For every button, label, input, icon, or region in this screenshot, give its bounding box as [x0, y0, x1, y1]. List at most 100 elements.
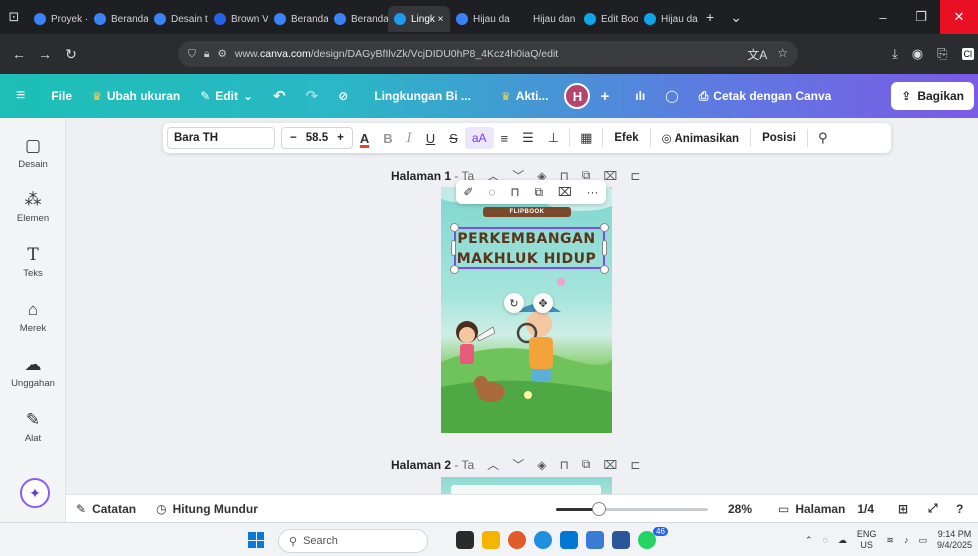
- increase-size-icon[interactable]: +: [337, 132, 344, 144]
- fullscreen-icon[interactable]: ⤢: [918, 501, 948, 516]
- sidebar-item-text[interactable]: T Teks: [0, 245, 66, 279]
- browser-tab[interactable]: Beranda: [328, 6, 388, 32]
- photos-icon[interactable]: [586, 531, 604, 549]
- browser-tab[interactable]: Proyek ·: [28, 6, 88, 32]
- list-icon[interactable]: ☰: [515, 130, 541, 146]
- notes-button[interactable]: ✎ Catatan: [66, 502, 146, 516]
- help-icon[interactable]: ?: [946, 502, 973, 516]
- browser-tab[interactable]: Hijau da: [450, 6, 510, 32]
- url-field[interactable]: ⛉ 🔒︎ ⚙ www.canva.com/design/DAGyBfIlvZk/…: [178, 41, 798, 67]
- taskbar-search[interactable]: ⚲ Search: [278, 529, 428, 553]
- battery-icon[interactable]: ▭: [918, 535, 927, 546]
- font-size-value[interactable]: 58.5: [306, 132, 328, 144]
- resize-handle[interactable]: [450, 223, 459, 232]
- sidebar-item-uploads[interactable]: ☁ Unggahan: [0, 355, 66, 389]
- extensions-icon[interactable]: ⎘: [937, 46, 947, 62]
- activity-button[interactable]: ♛ Akti...: [491, 89, 559, 103]
- hide-page-icon[interactable]: ◈: [537, 458, 546, 472]
- tab-search-icon[interactable]: ⌄: [722, 9, 750, 26]
- account-icon[interactable]: ◉: [912, 46, 923, 62]
- font-family-select[interactable]: Bara TH: [167, 127, 275, 149]
- browser-tab[interactable]: Beranda: [88, 6, 148, 32]
- saved-status-icon[interactable]: ⊘: [328, 89, 358, 103]
- resize-handle[interactable]: [450, 265, 459, 274]
- lock-icon[interactable]: ⊓: [510, 185, 519, 199]
- decrease-size-icon[interactable]: −: [290, 132, 297, 144]
- move-icon[interactable]: ✥: [533, 293, 553, 313]
- page-2-title[interactable]: Halaman 2 - Ta: [391, 458, 474, 472]
- download-icon[interactable]: ⤓: [892, 46, 898, 62]
- align-icon[interactable]: ≡: [494, 131, 516, 146]
- wifi-icon[interactable]: ≋: [886, 535, 894, 546]
- sidebar-item-tools[interactable]: ✎ Alat: [0, 410, 66, 444]
- comment-icon[interactable]: ◯: [655, 89, 688, 103]
- side-handle[interactable]: [451, 240, 456, 256]
- spacing-icon[interactable]: ⊥: [541, 130, 566, 146]
- duplicate-icon[interactable]: ⧉: [534, 185, 543, 200]
- store-icon[interactable]: [560, 531, 578, 549]
- page-1-canvas[interactable]: FLIPBOOK PERKEMBANGAN MAKHLUK HIDUP: [441, 187, 612, 433]
- animate-button[interactable]: ◎ Animasikan: [654, 131, 747, 145]
- sidebar-item-elements[interactable]: ⁂ Elemen: [0, 190, 66, 224]
- edge-icon[interactable]: [534, 531, 552, 549]
- zoom-slider-handle[interactable]: [591, 502, 606, 516]
- paint-format-icon[interactable]: ⚲: [811, 130, 835, 146]
- delete-page-icon[interactable]: ⌧: [603, 458, 617, 472]
- share-button[interactable]: ⇪ Bagikan: [891, 82, 974, 110]
- resize-handle[interactable]: [600, 223, 609, 232]
- start-windows-icon[interactable]: [248, 532, 264, 548]
- transparency-icon[interactable]: ▦: [573, 130, 599, 146]
- file-menu[interactable]: File: [41, 89, 82, 103]
- clock[interactable]: 9:14 PM 9/4/2025: [937, 529, 972, 551]
- forward-icon[interactable]: →: [32, 46, 58, 62]
- browser-tab[interactable]: Hijau dan Ki: [510, 6, 578, 32]
- browser-tab[interactable]: Lingk ×: [388, 6, 450, 32]
- window-menu-icon[interactable]: ⊡: [0, 0, 28, 34]
- comment-add-icon[interactable]: ◌: [488, 185, 495, 199]
- bold-icon[interactable]: B: [376, 131, 399, 146]
- rotate-icon[interactable]: ↻: [504, 293, 524, 313]
- hamburger-menu-icon[interactable]: ≡: [0, 87, 41, 105]
- browser-tab[interactable]: Edit Boo: [578, 6, 638, 32]
- volume-icon[interactable]: ♪: [904, 535, 909, 545]
- firefox-icon[interactable]: [508, 531, 526, 549]
- position-button[interactable]: Posisi: [754, 132, 804, 144]
- italic-icon[interactable]: I: [400, 131, 419, 146]
- avatar[interactable]: H: [564, 83, 591, 109]
- lock-page-icon[interactable]: ⊓: [559, 458, 568, 472]
- timer-button[interactable]: ◷ Hitung Mundur: [146, 502, 268, 516]
- close-window-icon[interactable]: ✕: [940, 0, 978, 34]
- zoom-level[interactable]: 28%: [718, 502, 762, 516]
- magic-edit-icon[interactable]: ✐: [463, 185, 473, 199]
- tray-app-icon[interactable]: ◌: [823, 535, 828, 545]
- site-settings-icon[interactable]: ⚙: [217, 48, 226, 60]
- edit-menu[interactable]: ✎ Edit ⌄: [190, 89, 263, 103]
- new-tab-icon[interactable]: +: [698, 9, 722, 25]
- grid-view-icon[interactable]: ⊞: [888, 502, 918, 516]
- browser-tab[interactable]: Desain t: [148, 6, 208, 32]
- resize-handle[interactable]: [600, 265, 609, 274]
- underline-icon[interactable]: U: [419, 131, 442, 146]
- file-explorer-icon[interactable]: [482, 531, 500, 549]
- text-color-icon[interactable]: A: [353, 131, 376, 146]
- print-button[interactable]: ⎙ Cetak dengan Canva: [689, 89, 842, 104]
- restore-icon[interactable]: ❐: [902, 0, 940, 34]
- side-handle[interactable]: [602, 240, 607, 256]
- insights-chart-icon[interactable]: ılı: [619, 89, 655, 103]
- case-toggle-icon[interactable]: aA: [464, 127, 494, 149]
- text-selection-box[interactable]: [454, 227, 605, 269]
- more-options-icon[interactable]: ···: [587, 185, 599, 199]
- cloud-icon[interactable]: ☁: [838, 535, 847, 546]
- redo-icon[interactable]: ↷: [296, 87, 329, 105]
- bookmark-star-icon[interactable]: ☆: [777, 46, 788, 63]
- duplicate-page-icon[interactable]: ⧉: [582, 457, 591, 472]
- browser-tab[interactable]: Brown V: [208, 6, 268, 32]
- add-collaborator-icon[interactable]: +: [590, 88, 619, 105]
- zoom-slider[interactable]: [556, 502, 708, 516]
- chevron-up-icon[interactable]: ⌃: [805, 535, 813, 546]
- strikethrough-icon[interactable]: S: [442, 131, 465, 146]
- add-page-icon[interactable]: ⊏: [630, 458, 640, 472]
- add-page-icon[interactable]: ⊏: [630, 169, 640, 183]
- sidebar-item-design[interactable]: ▢ Desain: [0, 136, 66, 170]
- delete-page-icon[interactable]: ⌧: [603, 169, 617, 183]
